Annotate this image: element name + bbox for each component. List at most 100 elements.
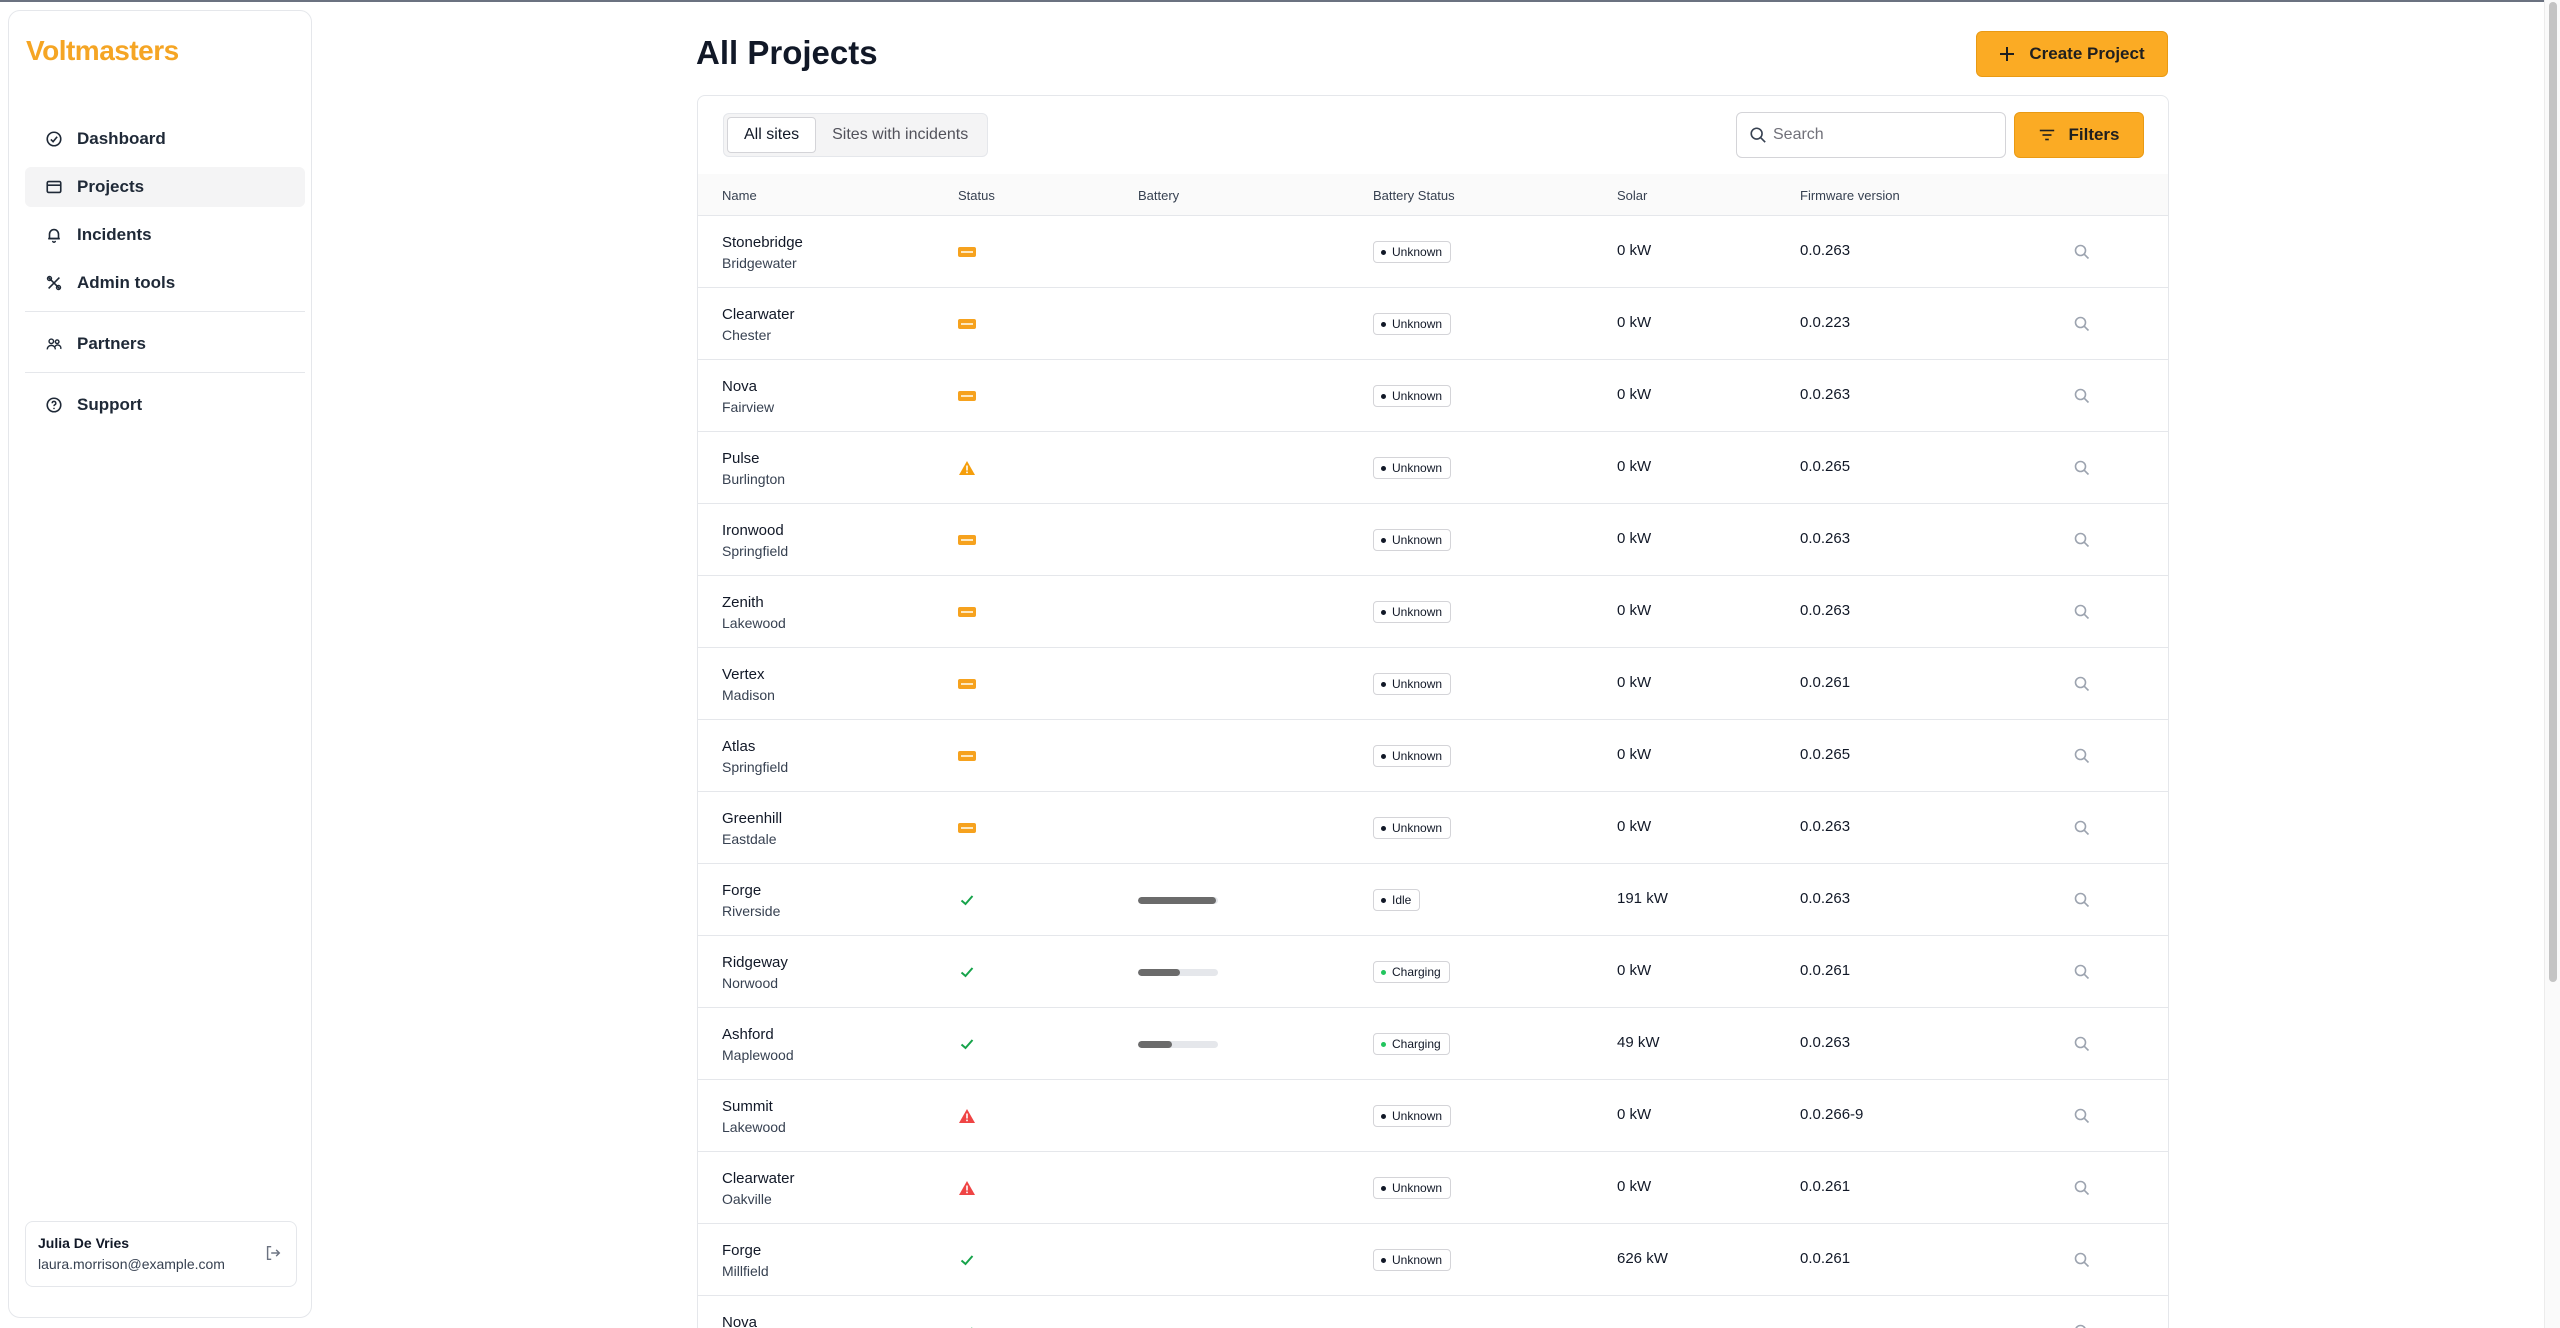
sidebar-item-partners[interactable]: Partners <box>25 324 305 364</box>
create-project-button[interactable]: Create Project <box>1976 31 2168 77</box>
tab-sites-with-incidents[interactable]: Sites with incidents <box>816 117 984 153</box>
project-name[interactable]: Ridgeway <box>722 954 788 971</box>
project-name-cell: Ironwood Springfield <box>722 520 788 562</box>
table-row[interactable]: Ridgeway Norwood Charging 0 kW 0.0.261 <box>698 936 2168 1008</box>
solar-value: 0 kW <box>1617 962 1652 979</box>
view-details-search-icon[interactable] <box>2073 531 2091 549</box>
column-header-firmware[interactable]: Firmware version <box>1800 188 1900 203</box>
project-site: Chester <box>722 327 772 343</box>
view-details-search-icon[interactable] <box>2073 1179 2091 1197</box>
sidebar-item-admin-tools[interactable]: Admin tools <box>25 263 305 303</box>
solar-value: 0 kW <box>1617 602 1652 619</box>
battery-status-badge: Charging <box>1373 961 1450 983</box>
table-row[interactable]: Atlas Springfield Unknown 0 kW 0.0.265 <box>698 720 2168 792</box>
battery-bar <box>1138 1041 1218 1048</box>
project-name[interactable]: Vertex <box>722 666 765 683</box>
battery-status-label: Unknown <box>1392 461 1443 475</box>
column-header-name[interactable]: Name <box>722 188 757 203</box>
column-header-battery[interactable]: Battery <box>1138 188 1179 203</box>
view-details-search-icon[interactable] <box>2073 891 2091 909</box>
table-row[interactable]: Stonebridge Bridgewater Unknown 0 kW 0.0.263 <box>698 216 2168 288</box>
solar-value: 0 kW <box>1617 1178 1652 1195</box>
battery-fill <box>1138 897 1216 904</box>
table-row[interactable]: Forge Millfield Unknown 626 kW 0.0.261 <box>698 1224 2168 1296</box>
search-input[interactable] <box>1773 126 1993 144</box>
view-details-search-icon[interactable] <box>2073 1035 2091 1053</box>
project-name[interactable]: Stonebridge <box>722 234 803 251</box>
battery-status-label: Unknown <box>1392 749 1443 763</box>
project-name[interactable]: Forge <box>722 882 761 899</box>
table-row[interactable]: Vertex Madison Unknown 0 kW 0.0.261 <box>698 648 2168 720</box>
logout-icon[interactable] <box>264 1244 282 1262</box>
table-row[interactable]: Nova <box>698 1296 2168 1328</box>
project-name[interactable]: Pulse <box>722 450 760 467</box>
view-details-search-icon[interactable] <box>2073 747 2091 765</box>
project-name-cell: Stonebridge Bridgewater <box>722 232 803 274</box>
status-cell <box>958 891 976 909</box>
project-name[interactable]: Nova <box>722 1314 757 1328</box>
status-cell <box>958 1179 976 1197</box>
view-details-search-icon[interactable] <box>2073 1323 2091 1328</box>
sidebar-item-incidents[interactable]: Incidents <box>25 215 305 255</box>
table-row[interactable]: Nova Fairview Unknown 0 kW 0.0.263 <box>698 360 2168 432</box>
project-name[interactable]: Forge <box>722 1242 761 1259</box>
view-details-search-icon[interactable] <box>2073 459 2091 477</box>
status-dot-icon <box>1381 1042 1386 1047</box>
sidebar-item-support[interactable]: Support <box>25 385 305 425</box>
view-details-search-icon[interactable] <box>2073 603 2091 621</box>
sidebar-item-dashboard[interactable]: Dashboard <box>25 119 305 159</box>
project-name[interactable]: Greenhill <box>722 810 782 827</box>
project-name[interactable]: Atlas <box>722 738 755 755</box>
table-row[interactable]: Ashford Maplewood Charging 49 kW 0.0.263 <box>698 1008 2168 1080</box>
project-name[interactable]: Ashford <box>722 1026 774 1043</box>
project-name[interactable]: Summit <box>722 1098 773 1115</box>
project-name-cell: Forge Millfield <box>722 1240 769 1282</box>
project-name[interactable]: Nova <box>722 378 757 395</box>
column-header-solar[interactable]: Solar <box>1617 188 1647 203</box>
scrollbar-thumb[interactable] <box>2549 2 2557 982</box>
project-name[interactable]: Ironwood <box>722 522 784 539</box>
solar-value: 0 kW <box>1617 746 1652 763</box>
view-details-search-icon[interactable] <box>2073 1107 2091 1125</box>
project-name[interactable]: Clearwater <box>722 1170 795 1187</box>
page-scrollbar[interactable] <box>2544 0 2560 1328</box>
view-details-search-icon[interactable] <box>2073 387 2091 405</box>
filters-label: Filters <box>2068 125 2120 144</box>
firmware-version: 0.0.263 <box>1800 818 1851 835</box>
filters-button[interactable]: Filters <box>2014 112 2144 158</box>
view-details-search-icon[interactable] <box>2073 243 2091 261</box>
table-row[interactable]: Greenhill Eastdale Unknown 0 kW 0.0.263 <box>698 792 2168 864</box>
project-name[interactable]: Zenith <box>722 594 764 611</box>
table-row[interactable]: Zenith Lakewood Unknown 0 kW 0.0.263 <box>698 576 2168 648</box>
solar-value: 0 kW <box>1617 674 1652 691</box>
view-details-search-icon[interactable] <box>2073 1251 2091 1269</box>
table-row[interactable]: Forge Riverside Idle 191 kW 0.0.263 <box>698 864 2168 936</box>
view-details-search-icon[interactable] <box>2073 963 2091 981</box>
table-row[interactable]: Clearwater Oakville Unknown 0 kW 0.0.261 <box>698 1152 2168 1224</box>
project-site: Lakewood <box>722 1119 786 1135</box>
table-row[interactable]: Summit Lakewood Unknown 0 kW 0.0.266-9 <box>698 1080 2168 1152</box>
view-details-search-icon[interactable] <box>2073 315 2091 333</box>
column-header-status[interactable]: Status <box>958 188 995 203</box>
battery-status-badge: Unknown <box>1373 457 1452 479</box>
check-icon <box>960 895 974 906</box>
sidebar-item-projects[interactable]: Projects <box>25 167 305 207</box>
search-icon <box>1750 127 1766 143</box>
table-row[interactable]: Clearwater Chester Unknown 0 kW 0.0.223 <box>698 288 2168 360</box>
app-logo[interactable]: Voltmasters <box>26 35 179 67</box>
status-dot-icon <box>1381 538 1386 543</box>
battery-status-badge: Charging <box>1373 1033 1450 1055</box>
battery-status-label: Idle <box>1392 893 1412 907</box>
battery-status-badge: Unknown <box>1373 1105 1452 1127</box>
table-row[interactable]: Pulse Burlington Unknown 0 kW 0.0.265 <box>698 432 2168 504</box>
battery-status-label: Unknown <box>1392 1181 1443 1195</box>
status-dot-icon <box>1381 898 1386 903</box>
new-badge-icon <box>958 679 976 689</box>
tab-all-sites[interactable]: All sites <box>727 117 817 153</box>
table-row[interactable]: Ironwood Springfield Unknown 0 kW 0.0.263 <box>698 504 2168 576</box>
view-details-search-icon[interactable] <box>2073 675 2091 693</box>
firmware-version: 0.0.265 <box>1800 458 1851 475</box>
view-details-search-icon[interactable] <box>2073 819 2091 837</box>
project-name[interactable]: Clearwater <box>722 306 795 323</box>
column-header-battery-status[interactable]: Battery Status <box>1373 188 1455 203</box>
